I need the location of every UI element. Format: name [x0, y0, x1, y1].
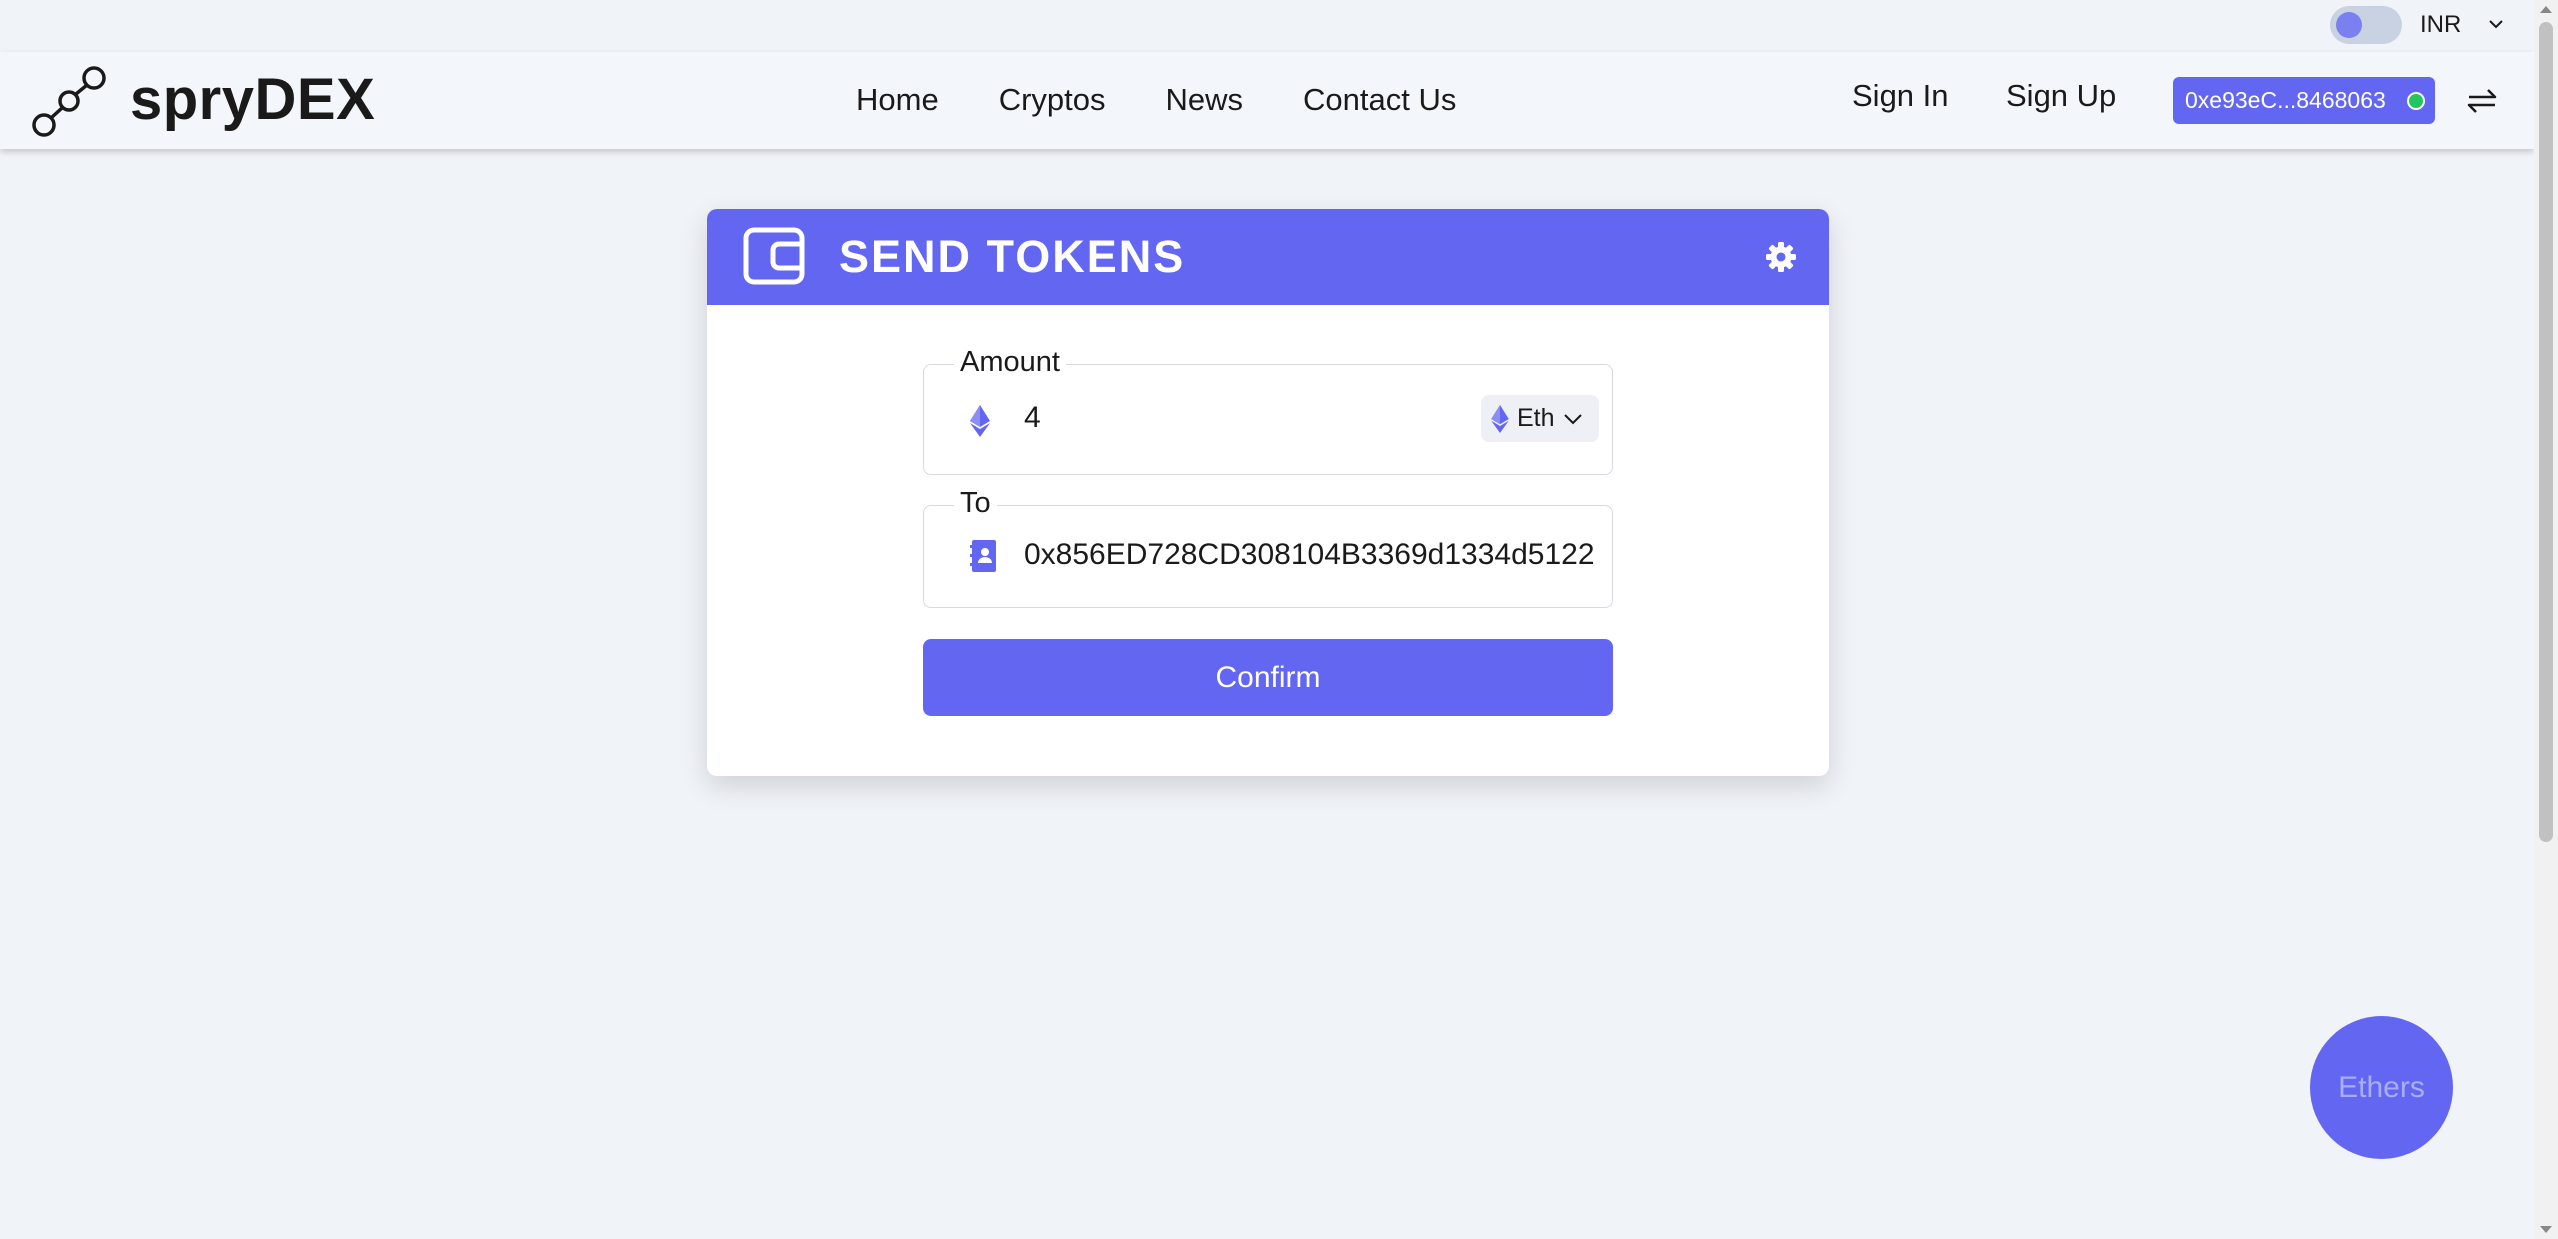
navbar: spryDEX Home Cryptos News Contact Us Sig…	[0, 52, 2534, 149]
toggle-knob	[2336, 12, 2362, 38]
theme-toggle[interactable]	[2330, 6, 2402, 44]
nav-contact-us[interactable]: Contact Us	[1303, 82, 1456, 118]
token-label: Eth	[1517, 404, 1555, 432]
token-select[interactable]: Eth	[1481, 395, 1599, 442]
nav-news[interactable]: News	[1166, 82, 1244, 118]
brand-name[interactable]: spryDEX	[130, 66, 375, 133]
recipient-field: To 0x856ED728CD308104B3369d1334d5122	[923, 488, 1613, 608]
sign-in-link[interactable]: Sign In	[1852, 78, 1949, 114]
swap-arrows-icon[interactable]	[2466, 86, 2498, 116]
chain-link-icon[interactable]	[30, 64, 110, 139]
ethereum-icon	[1491, 404, 1509, 433]
wallet-icon	[743, 227, 805, 285]
wallet-address-button[interactable]: 0xe93eC...8468063	[2173, 77, 2435, 124]
nav-home[interactable]: Home	[856, 82, 939, 118]
wallet-address: 0xe93eC...8468063	[2185, 87, 2386, 113]
send-tokens-card: SEND TOKENS Amount 4 Eth To 0x856ED728CD…	[707, 209, 1829, 776]
card-title: SEND TOKENS	[839, 231, 1186, 282]
scrollbar-thumb[interactable]	[2539, 22, 2553, 842]
ethers-floating-button[interactable]: Ethers	[2310, 1016, 2453, 1159]
gear-icon[interactable]	[1765, 241, 1797, 273]
contact-book-icon	[970, 540, 996, 572]
page-scrollbar[interactable]	[2534, 0, 2558, 1239]
main-nav: Home Cryptos News Contact Us	[856, 82, 1456, 118]
amount-field: Amount 4 Eth	[923, 347, 1613, 475]
utility-strip: INR	[0, 0, 2558, 52]
card-header: SEND TOKENS	[707, 209, 1829, 305]
connected-status-dot	[2407, 92, 2425, 110]
scroll-down-arrow[interactable]	[2540, 1226, 2552, 1233]
scroll-up-arrow[interactable]	[2540, 6, 2552, 13]
recipient-legend: To	[954, 488, 997, 518]
amount-input[interactable]: 4	[1024, 401, 1454, 435]
chevron-down-icon	[2489, 20, 2503, 29]
chevron-down-icon	[1563, 413, 1582, 424]
amount-legend: Amount	[954, 347, 1066, 377]
currency-label: INR	[2420, 11, 2462, 38]
sign-up-link[interactable]: Sign Up	[2006, 78, 2116, 114]
ethereum-icon	[970, 405, 990, 437]
nav-cryptos[interactable]: Cryptos	[999, 82, 1106, 118]
recipient-address-input[interactable]: 0x856ED728CD308104B3369d1334d5122	[1024, 538, 1604, 572]
currency-select[interactable]: INR	[2410, 6, 2510, 44]
confirm-button[interactable]: Confirm	[923, 639, 1613, 716]
